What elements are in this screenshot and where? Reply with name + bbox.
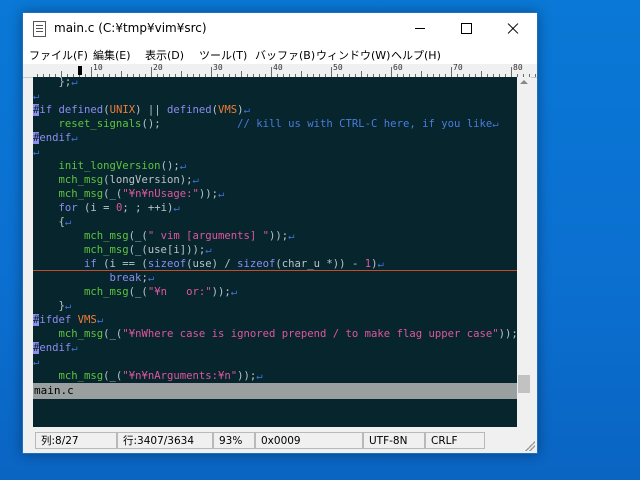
ruler-label: 30 — [213, 64, 223, 72]
document-icon — [33, 21, 46, 37]
vim-window: main.c (C:¥tmp¥vim¥src) ファイル(F) 編集(E) 表示… — [22, 12, 538, 454]
code-line: ↵ — [33, 90, 40, 102]
code-line: mch_msg(_("¥n¥nArguments:¥n"));↵ — [33, 370, 263, 382]
ruler-tick — [331, 67, 332, 77]
ruler-tick — [271, 67, 272, 77]
status-line-ending: CRLF — [425, 432, 485, 449]
status-char-code: 0x0009 — [255, 432, 363, 449]
close-button[interactable] — [489, 13, 535, 44]
status-line-number: 行:3407/3634 — [117, 432, 213, 449]
menu-edit[interactable]: 編集(E) — [93, 47, 131, 63]
menu-buffers[interactable]: バッファ(B) — [255, 47, 315, 63]
scrollbar-thumb[interactable] — [518, 375, 530, 393]
code-line: ↵ — [33, 356, 40, 368]
code-line: reset_signals(); // kill us with CTRL-C … — [33, 118, 499, 130]
ruler-cursor-marker — [78, 66, 82, 75]
status-line: main.c — [33, 383, 517, 399]
code-line: {↵ — [33, 216, 72, 228]
ruler-label: 80 — [513, 64, 523, 72]
ruler-label: 70 — [453, 64, 463, 72]
code-line: mch_msg(_(" vim [arguments] "));↵ — [33, 230, 295, 242]
code-line: #ifdef VMS↵ — [33, 314, 104, 326]
code-line: break;↵ — [33, 272, 155, 284]
code-line: ↵ — [33, 146, 40, 158]
status-bar: 列:8/27 行:3407/3634 93% 0x0009 UTF-8N CRL… — [23, 429, 537, 453]
code-line: init_longVersion();↵ — [33, 160, 187, 172]
status-column: 列:8/27 — [35, 432, 117, 449]
maximize-button[interactable] — [443, 13, 489, 44]
code-line: #endif↵ — [33, 132, 78, 144]
code-line: mch_msg(_(use[i]));↵ — [33, 244, 212, 256]
code-line: mch_msg(_("¥n¥nUsage:"));↵ — [33, 188, 225, 200]
vertical-scrollbar[interactable] — [517, 77, 531, 399]
code-line: mch_msg(longVersion);↵ — [33, 174, 199, 186]
column-ruler: 10 20 30 40 50 60 70 80 — [23, 64, 537, 78]
code-line: #endif↵ — [33, 342, 78, 354]
menu-file[interactable]: ファイル(F) — [29, 47, 88, 63]
ruler-label: 20 — [153, 64, 163, 72]
menu-help[interactable]: ヘルプ(H) — [391, 47, 441, 63]
scroll-up-arrow-icon[interactable] — [520, 80, 528, 84]
ruler-label: 50 — [333, 64, 343, 72]
status-line-filename: main.c — [34, 384, 74, 397]
resize-grip-icon[interactable] — [525, 441, 535, 451]
ruler-label: 60 — [393, 64, 403, 72]
code-line: }↵ — [33, 300, 72, 312]
code-line: for (i = 0; ; ++i)↵ — [33, 202, 180, 214]
status-encoding: UTF-8N — [363, 432, 425, 449]
code-line: if (i == (sizeof(use) / sizeof(char_u *)… — [33, 258, 384, 270]
code-line: mch_msg(_("¥nWhere case is ignored prepe… — [33, 328, 518, 340]
ruler-tick — [451, 67, 452, 77]
code-editor[interactable]: };↵ ↵ #if defined(UNIX) || defined(VMS)↵ r… — [33, 77, 517, 399]
code-line: mch_msg(_("¥n or:"));↵ — [33, 286, 238, 298]
window-title: main.c (C:¥tmp¥vim¥src) — [54, 21, 207, 35]
ruler-tick — [511, 67, 512, 77]
ruler-tick — [391, 67, 392, 77]
code-line: #if defined(UNIX) || defined(VMS)↵ — [33, 104, 250, 116]
menu-tools[interactable]: ツール(T) — [199, 47, 247, 63]
ruler-tick — [151, 67, 152, 77]
ruler-label: 10 — [93, 64, 103, 72]
status-percent: 93% — [213, 432, 255, 449]
title-bar[interactable]: main.c (C:¥tmp¥vim¥src) — [23, 13, 537, 44]
ruler-label: 40 — [273, 64, 283, 72]
command-line[interactable] — [33, 399, 517, 427]
ruler-tick — [535, 74, 536, 77]
menu-bar: ファイル(F) 編集(E) 表示(D) ツール(T) バッファ(B) ウィンドウ… — [23, 44, 537, 64]
menu-window[interactable]: ウィンドウ(W) — [316, 47, 390, 63]
minimize-button[interactable] — [397, 13, 443, 44]
menu-view[interactable]: 表示(D) — [145, 47, 184, 63]
ruler-tick — [91, 67, 92, 77]
code-line: };↵ — [33, 77, 78, 88]
ruler-tick — [211, 67, 212, 77]
